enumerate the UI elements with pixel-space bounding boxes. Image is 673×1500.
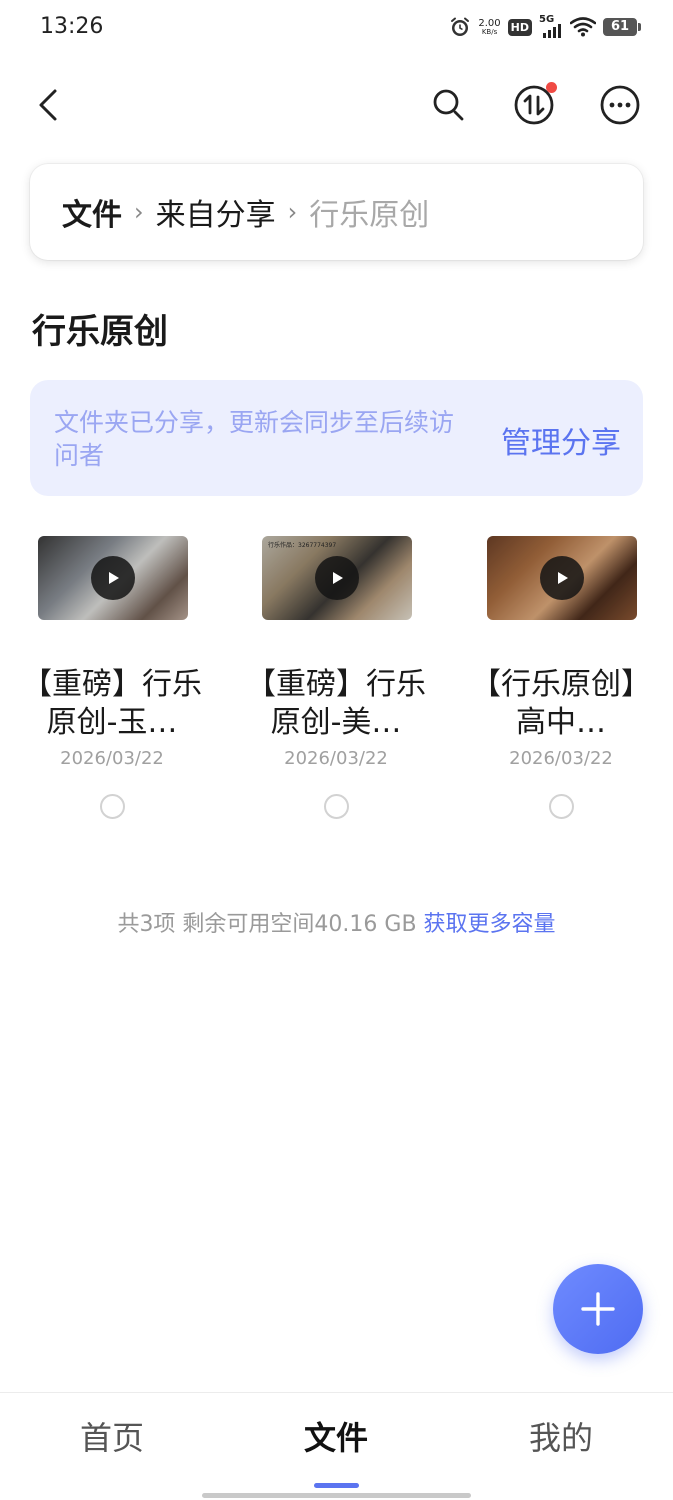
network-speed-value: 2.00 (478, 17, 501, 29)
status-icons: 2.00 KB/s HD 5G 61 (449, 14, 641, 40)
breadcrumb-root[interactable]: 文件 (62, 190, 122, 234)
file-item[interactable]: 【行乐原创】高中… 2026/03/22 (449, 520, 673, 830)
file-item[interactable]: 行乐作品：3267774397 【重磅】行乐原创-美… 2026/03/22 (224, 520, 448, 830)
share-note: 文件夹已分享，更新会同步至后续访问者 (54, 408, 455, 470)
chevron-right-icon: › (134, 198, 144, 226)
search-button[interactable] (424, 80, 474, 130)
add-button[interactable] (553, 1264, 643, 1354)
back-button[interactable] (24, 80, 74, 130)
breadcrumb-middle[interactable]: 来自分享 (156, 190, 276, 234)
get-more-storage-link[interactable]: 获取更多容量 (424, 912, 556, 937)
play-icon (91, 556, 135, 600)
more-icon (600, 85, 640, 125)
notification-dot (546, 82, 557, 93)
breadcrumb: 文件 › 来自分享 › 行乐原创 (30, 164, 643, 260)
share-banner: 文件夹已分享，更新会同步至后续访问者 管理分享 (30, 380, 643, 496)
home-indicator-bar[interactable] (202, 1493, 471, 1498)
breadcrumb-current: 行乐原创 (309, 198, 430, 233)
video-thumbnail[interactable]: 行乐作品：3267774397 (262, 536, 412, 620)
file-item[interactable]: 【重磅】行乐原创-玉… 2026/03/22 (0, 520, 224, 830)
file-grid: 【重磅】行乐原创-玉… 2026/03/22 行乐作品：3267774397 【… (0, 520, 673, 840)
page-title: 行乐原创 (32, 312, 168, 352)
more-button[interactable] (595, 80, 645, 130)
nav-mine[interactable]: 我的 (449, 1413, 673, 1459)
nav-home[interactable]: 首页 (0, 1413, 224, 1459)
hd-icon: HD (507, 18, 532, 36)
manage-share-button[interactable]: 管理分享 (501, 418, 621, 462)
active-tab-indicator (314, 1483, 359, 1488)
network-speed-unit: KB/s (481, 27, 498, 36)
top-toolbar (0, 70, 673, 140)
bottom-nav: 首页 文件 我的 (0, 1392, 673, 1500)
select-checkbox[interactable] (324, 794, 349, 819)
alarm-icon (451, 17, 470, 36)
file-name: 【重磅】行乐原创-玉… (22, 667, 202, 740)
thumbnail-caption: 行乐作品：3267774397 (268, 542, 337, 549)
select-checkbox[interactable] (549, 794, 574, 819)
file-name: 【重磅】行乐原创-美… (246, 667, 426, 740)
file-name: 【行乐原创】高中… (471, 667, 651, 740)
play-icon (315, 556, 359, 600)
file-date: 2026/03/22 (60, 748, 164, 769)
nav-files[interactable]: 文件 (224, 1413, 448, 1459)
storage-summary: 共3项 剩余可用空间40.16 GB (117, 912, 417, 937)
video-thumbnail[interactable] (487, 536, 637, 620)
file-browser-screen: 13:26 2.00 KB/s HD 5G 61 文件 › 来自分享 › 行乐原… (0, 0, 673, 1500)
select-checkbox[interactable] (100, 794, 125, 819)
network-speed: 2.00 KB/s (478, 17, 501, 36)
battery-icon: 61 (603, 18, 641, 36)
chevron-left-icon (39, 89, 57, 121)
storage-info: 共3项 剩余可用空间40.16 GB 获取更多容量 (0, 906, 673, 938)
wifi-icon (570, 17, 596, 37)
file-date: 2026/03/22 (509, 748, 613, 769)
plus-icon (581, 1292, 615, 1326)
file-date: 2026/03/22 (284, 748, 388, 769)
video-thumbnail[interactable] (38, 536, 188, 620)
status-time: 13:26 (40, 14, 104, 39)
signal-icon: 5G (539, 14, 563, 38)
transfer-button[interactable] (509, 80, 559, 130)
search-icon (433, 89, 464, 121)
status-bar: 13:26 2.00 KB/s HD 5G 61 (0, 0, 673, 56)
signal-bars (543, 24, 561, 38)
play-icon (540, 556, 584, 600)
chevron-right-icon: › (287, 198, 298, 226)
